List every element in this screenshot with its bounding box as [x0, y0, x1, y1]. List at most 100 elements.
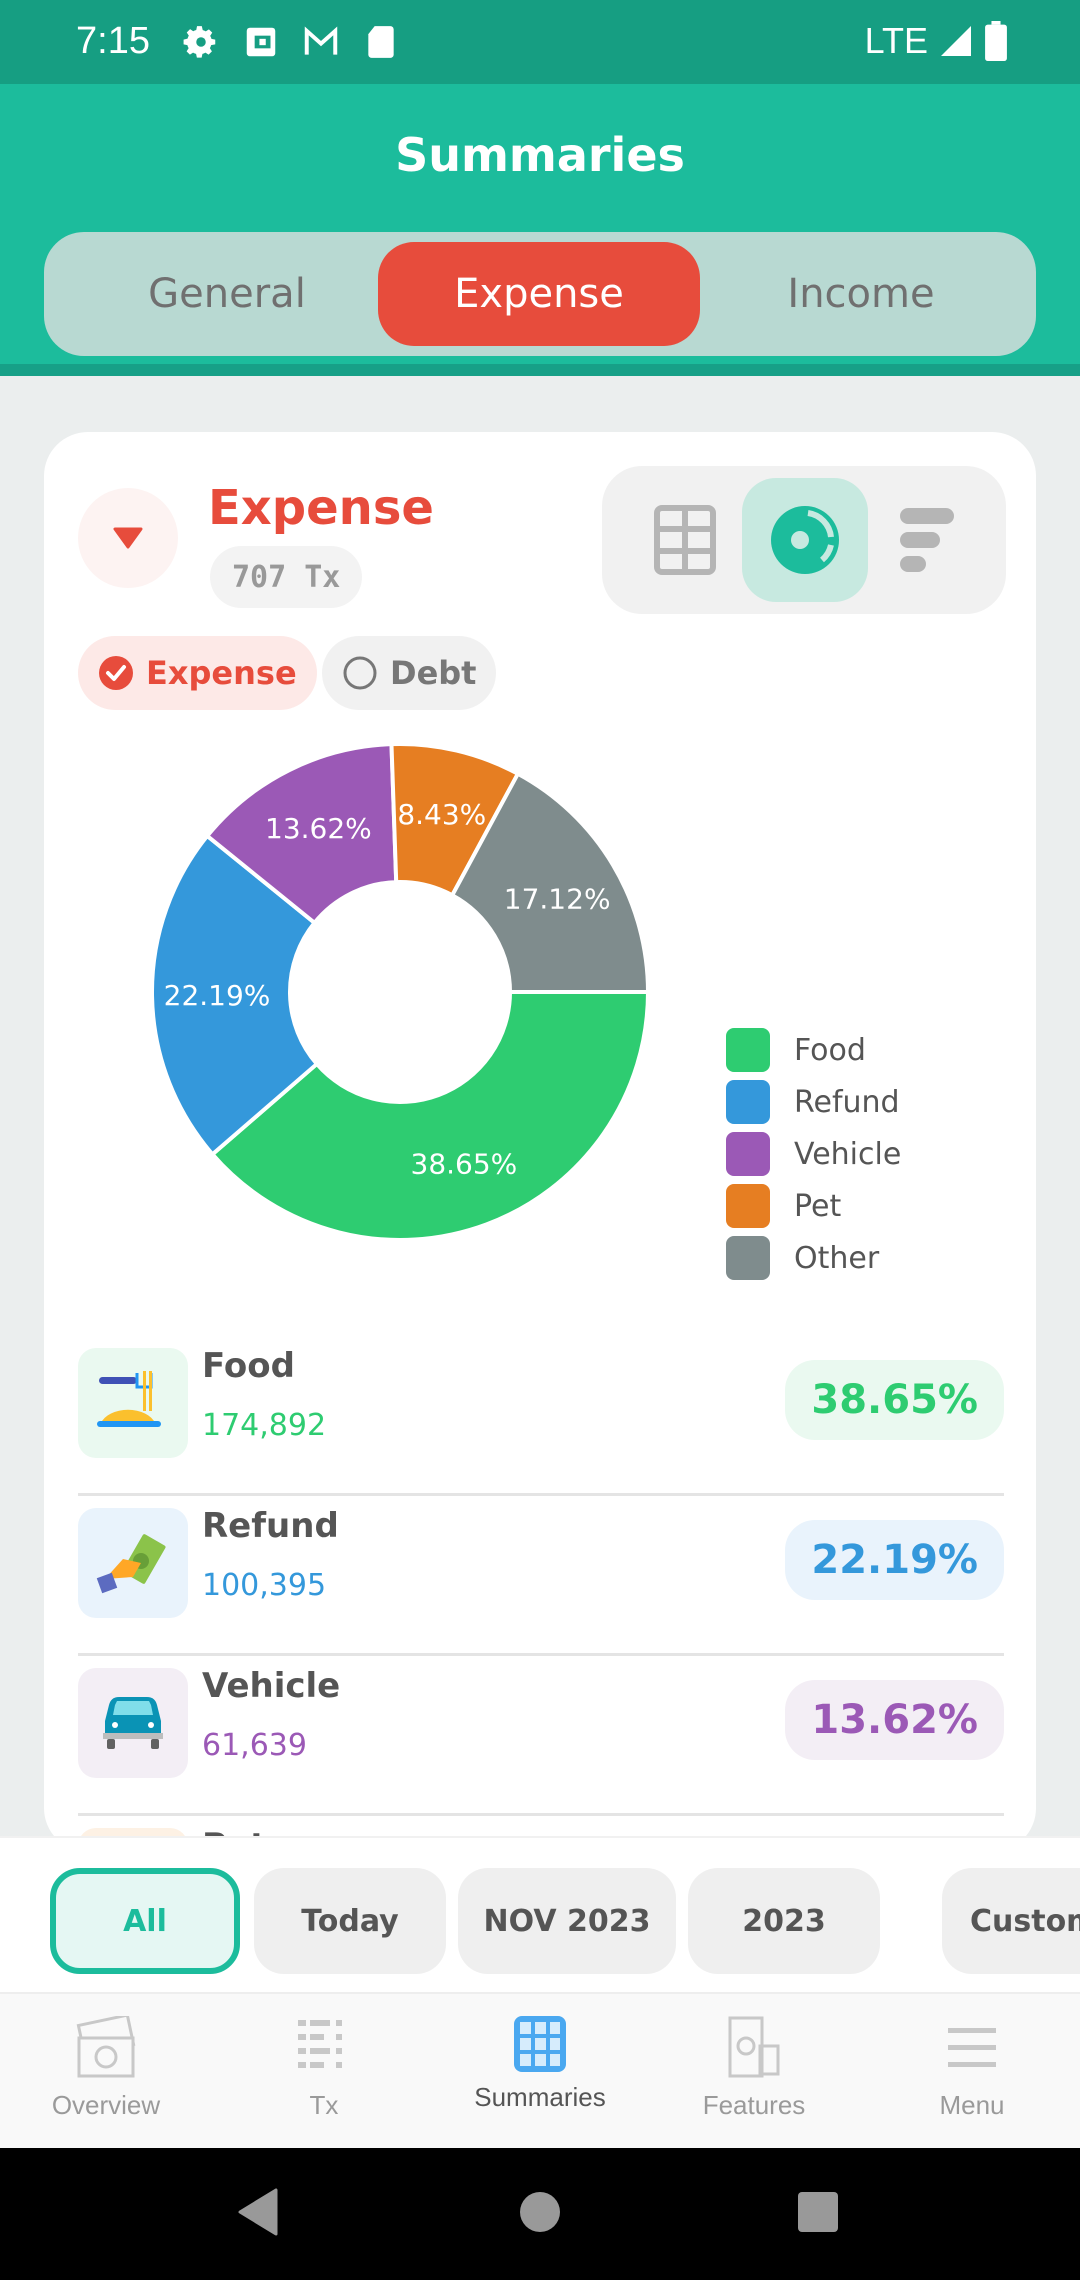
filter-chip-label: Expense [146, 654, 297, 692]
nav-features[interactable]: Features [664, 2016, 844, 2121]
collapse-button[interactable] [78, 488, 178, 588]
system-nav-bar [0, 2148, 1080, 2280]
car-icon [103, 1697, 163, 1749]
gmail-icon [304, 26, 338, 55]
category-amount: 100,395 [202, 1568, 327, 1603]
screen: 7:15 LTE Summaries General Expense Incom… [0, 0, 1080, 2280]
category-name: Vehicle [202, 1666, 341, 1706]
app-header: Summaries General Expense Income [0, 84, 1080, 376]
expense-summary-card: Expense 707 Tx Expense Debt 38.65% 22.19%… [44, 432, 1036, 1876]
recents-icon[interactable] [796, 2188, 840, 2236]
filter-chip-debt[interactable]: Debt [322, 636, 497, 710]
view-mode-switch [602, 466, 1006, 614]
features-icon [728, 2016, 780, 2078]
category-icon-box [78, 1508, 188, 1618]
nav-summaries[interactable]: Summaries [450, 2016, 630, 2113]
period-today-button[interactable]: Today [254, 1868, 446, 1974]
donut-chart-icon [771, 506, 839, 574]
status-time: 7:15 [76, 20, 150, 62]
legend-swatch [726, 1236, 770, 1280]
legend-swatch [726, 1132, 770, 1176]
tx-count-badge: 707 Tx [210, 546, 363, 608]
radio-empty-icon [343, 656, 377, 690]
home-icon[interactable] [518, 2188, 562, 2236]
nav-label: Menu [939, 2090, 1005, 2120]
category-icon-box [78, 1668, 188, 1778]
category-amount: 174,892 [202, 1408, 327, 1443]
money-icon [76, 2016, 136, 2078]
category-name: Refund [202, 1506, 339, 1546]
period-month-button[interactable]: NOV 2023 [458, 1868, 676, 1974]
sd-card-icon [368, 26, 394, 58]
category-icon-box [78, 1348, 188, 1458]
chart-legend: Food Refund Vehicle Pet Other [726, 1024, 901, 1284]
legend-label: Other [794, 1240, 880, 1276]
category-name: Food [202, 1346, 295, 1386]
bar-list-icon [900, 508, 954, 572]
legend-label: Pet [794, 1188, 842, 1224]
legend-item: Food [726, 1024, 901, 1076]
filter-chip-label: Debt [390, 654, 477, 692]
legend-label: Food [794, 1032, 866, 1068]
wallet-icon [246, 27, 276, 57]
summary-type-tabs: General Expense Income [44, 232, 1036, 356]
legend-swatch [726, 1184, 770, 1228]
nav-overview[interactable]: Overview [16, 2016, 196, 2121]
nav-label: Summaries [474, 2082, 606, 2112]
back-icon[interactable] [236, 2188, 280, 2236]
category-amount: 61,639 [202, 1728, 307, 1763]
period-year-button[interactable]: 2023 [688, 1868, 880, 1974]
tab-general[interactable]: General [66, 242, 388, 346]
category-row-vehicle[interactable]: Vehicle 61,639 13.62% [78, 1656, 1004, 1816]
legend-item: Vehicle [726, 1128, 901, 1180]
legend-item: Refund [726, 1076, 901, 1128]
category-list: Food 174,892 38.65% Refund 100,395 22.19… [78, 1336, 1004, 1876]
donut-label-other: 17.12% [504, 882, 611, 915]
list-icon [298, 2020, 342, 2068]
period-custom-button[interactable]: Custom [942, 1868, 1080, 1974]
nav-label: Tx [309, 2090, 339, 2120]
status-bar: 7:15 LTE [0, 0, 1080, 84]
donut-chart: 38.65% 22.19% 13.62% 8.43% 17.12% [150, 742, 651, 1242]
battery-icon [985, 21, 1007, 61]
category-row-food[interactable]: Food 174,892 38.65% [78, 1336, 1004, 1496]
page-title: Summaries [395, 128, 685, 182]
view-table-button[interactable] [622, 478, 748, 602]
donut-label-refund: 22.19% [164, 979, 271, 1012]
caret-down-icon [113, 527, 143, 549]
signal-icon [941, 26, 971, 56]
gear-icon [183, 26, 216, 58]
period-all-button[interactable]: All [50, 1868, 240, 1974]
tab-income[interactable]: Income [700, 242, 1022, 346]
period-filter-bar: All Today NOV 2023 2023 Custom [0, 1836, 1080, 1992]
category-percent: 38.65% [785, 1360, 1004, 1440]
bottom-nav: Overview Tx Summaries Features Menu [0, 1992, 1080, 2148]
legend-swatch [726, 1028, 770, 1072]
category-row-refund[interactable]: Refund 100,395 22.19% [78, 1496, 1004, 1656]
donut-label-food: 38.65% [411, 1147, 518, 1180]
filter-chip-expense[interactable]: Expense [78, 636, 317, 710]
refund-icon [96, 1534, 166, 1594]
category-percent: 22.19% [785, 1520, 1004, 1600]
card-title: Expense [208, 480, 434, 536]
grid-icon [514, 2016, 566, 2072]
legend-item: Pet [726, 1180, 901, 1232]
nav-menu[interactable]: Menu [882, 2016, 1062, 2121]
view-chart-button[interactable] [742, 478, 868, 602]
nav-tx[interactable]: Tx [234, 2016, 414, 2121]
view-bars-button[interactable] [864, 478, 990, 602]
network-label: LTE [864, 20, 928, 61]
tab-expense[interactable]: Expense [378, 242, 700, 346]
table-icon [654, 505, 716, 575]
legend-swatch [726, 1080, 770, 1124]
donut-label-pet: 8.43% [397, 798, 486, 831]
legend-label: Refund [794, 1084, 900, 1120]
legend-item: Other [726, 1232, 901, 1284]
donut-label-vehicle: 13.62% [265, 812, 372, 845]
check-circle-icon [99, 656, 133, 690]
legend-label: Vehicle [794, 1136, 902, 1172]
nav-label: Features [702, 2090, 806, 2120]
hamburger-icon [948, 2028, 996, 2067]
nav-label: Overview [51, 2090, 161, 2120]
food-icon [97, 1371, 161, 1427]
